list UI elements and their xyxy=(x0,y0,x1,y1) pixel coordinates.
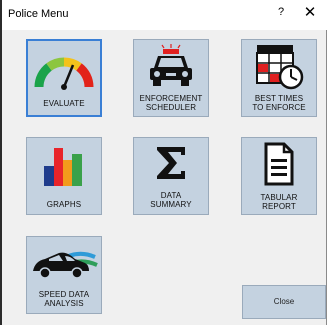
document-icon xyxy=(264,142,294,186)
sigma-icon xyxy=(157,147,185,179)
police-menu-dialog: Police Menu ? ✕ EVALUATE ENFORCEMENT SCH… xyxy=(0,0,327,325)
calendar-clock-icon xyxy=(256,45,304,90)
tabular-report-button[interactable]: TABULAR REPORT xyxy=(241,137,317,215)
police-car-icon xyxy=(150,44,192,86)
close-button[interactable]: Close xyxy=(242,285,326,319)
enforcement-scheduler-button[interactable]: ENFORCEMENT SCHEDULER xyxy=(133,39,209,117)
title-bar: Police Menu ? ✕ xyxy=(2,0,327,30)
speed-data-analysis-button[interactable]: SPEED DATA ANALYSIS xyxy=(26,236,102,314)
enforcement-scheduler-label: ENFORCEMENT SCHEDULER xyxy=(139,94,203,112)
graphs-label: GRAPHS xyxy=(46,200,82,209)
speed-data-analysis-label: SPEED DATA ANALYSIS xyxy=(38,290,90,308)
data-summary-button[interactable]: DATA SUMMARY xyxy=(133,137,209,215)
bar-chart-icon xyxy=(44,148,82,186)
data-summary-label: DATA SUMMARY xyxy=(150,191,192,209)
window-close-button[interactable]: ✕ xyxy=(302,5,318,21)
evaluate-label: EVALUATE xyxy=(43,99,85,108)
tabular-report-label: TABULAR REPORT xyxy=(260,193,298,211)
graphs-button[interactable]: GRAPHS xyxy=(26,137,102,215)
window-title: Police Menu xyxy=(8,8,69,20)
speeding-car-icon xyxy=(33,251,98,279)
best-times-button[interactable]: BEST TIMES TO ENFORCE xyxy=(241,39,317,117)
evaluate-button[interactable]: EVALUATE xyxy=(26,39,102,117)
help-button[interactable]: ? xyxy=(274,6,288,22)
gauge-icon xyxy=(34,57,94,90)
best-times-label: BEST TIMES TO ENFORCE xyxy=(252,94,306,112)
